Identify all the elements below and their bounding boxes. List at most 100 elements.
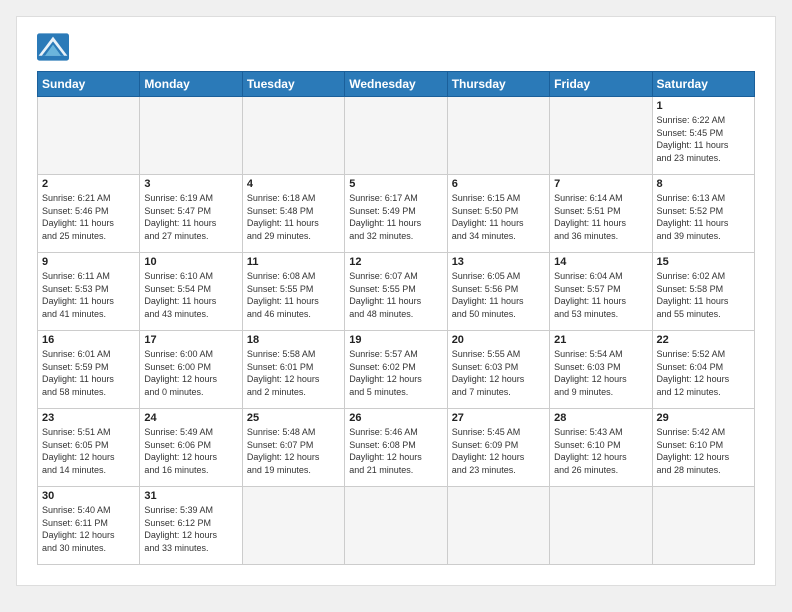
calendar-table: SundayMondayTuesdayWednesdayThursdayFrid… [37, 71, 755, 565]
weekday-monday: Monday [140, 72, 242, 97]
calendar-cell: 12 Sunrise: 6:07 AM Sunset: 5:55 PM Dayli… [345, 253, 447, 331]
calendar-cell: 4Sunrise: 6:18 AM Sunset: 5:48 PM Daylig… [242, 175, 344, 253]
day-info: Sunrise: 6:02 AM Sunset: 5:58 PM Dayligh… [657, 270, 750, 320]
calendar-cell [447, 487, 549, 565]
day-number: 9 [42, 256, 135, 268]
day-info: Sunrise: 6:17 AM Sunset: 5:49 PM Dayligh… [349, 192, 442, 242]
day-number: 31 [144, 490, 237, 502]
weekday-tuesday: Tuesday [242, 72, 344, 97]
day-info: Sunrise: 5:54 AM Sunset: 6:03 PM Dayligh… [554, 348, 647, 398]
day-info: Sunrise: 6:19 AM Sunset: 5:47 PM Dayligh… [144, 192, 237, 242]
day-info: Sunrise: 6:15 AM Sunset: 5:50 PM Dayligh… [452, 192, 545, 242]
day-number: 8 [657, 178, 750, 190]
calendar-cell: 1 Sunrise: 6:22 AM Sunset: 5:45 PM Daylig… [652, 97, 754, 175]
day-info: Sunrise: 5:52 AM Sunset: 6:04 PM Dayligh… [657, 348, 750, 398]
day-info: Sunrise: 6:04 AM Sunset: 5:57 PM Dayligh… [554, 270, 647, 320]
day-number: 29 [657, 412, 750, 424]
calendar-cell: 16Sunrise: 6:01 AM Sunset: 5:59 PM Dayli… [38, 331, 140, 409]
header [37, 33, 755, 61]
day-number: 27 [452, 412, 545, 424]
day-number: 15 [657, 256, 750, 268]
week-row-3: 16Sunrise: 6:01 AM Sunset: 5:59 PM Dayli… [38, 331, 755, 409]
calendar-cell: 25Sunrise: 5:48 AM Sunset: 6:07 PM Dayli… [242, 409, 344, 487]
day-number: 22 [657, 334, 750, 346]
day-info: Sunrise: 6:10 AM Sunset: 5:54 PM Dayligh… [144, 270, 237, 320]
calendar-cell [447, 97, 549, 175]
calendar-cell: 6 Sunrise: 6:15 AM Sunset: 5:50 PM Daylig… [447, 175, 549, 253]
day-info: Sunrise: 5:46 AM Sunset: 6:08 PM Dayligh… [349, 426, 442, 476]
calendar-cell [38, 97, 140, 175]
calendar-cell: 22 Sunrise: 5:52 AM Sunset: 6:04 PM Dayli… [652, 331, 754, 409]
week-row-4: 23Sunrise: 5:51 AM Sunset: 6:05 PM Dayli… [38, 409, 755, 487]
day-number: 16 [42, 334, 135, 346]
calendar-cell: 21 Sunrise: 5:54 AM Sunset: 6:03 PM Dayli… [550, 331, 652, 409]
weekday-sunday: Sunday [38, 72, 140, 97]
day-info: Sunrise: 6:22 AM Sunset: 5:45 PM Dayligh… [657, 114, 750, 164]
week-row-1: 2 Sunrise: 6:21 AM Sunset: 5:46 PM Daylig… [38, 175, 755, 253]
calendar-header: SundayMondayTuesdayWednesdayThursdayFrid… [38, 72, 755, 97]
calendar-cell: 28 Sunrise: 5:43 AM Sunset: 6:10 PM Dayli… [550, 409, 652, 487]
calendar-cell: 27 Sunrise: 5:45 AM Sunset: 6:09 PM Dayli… [447, 409, 549, 487]
day-info: Sunrise: 5:43 AM Sunset: 6:10 PM Dayligh… [554, 426, 647, 476]
calendar-cell: 23Sunrise: 5:51 AM Sunset: 6:05 PM Dayli… [38, 409, 140, 487]
day-info: Sunrise: 6:07 AM Sunset: 5:55 PM Dayligh… [349, 270, 442, 320]
day-info: Sunrise: 5:39 AM Sunset: 6:12 PM Dayligh… [144, 504, 237, 554]
calendar-cell: 17Sunrise: 6:00 AM Sunset: 6:00 PM Dayli… [140, 331, 242, 409]
day-number: 19 [349, 334, 442, 346]
calendar-cell: 30Sunrise: 5:40 AM Sunset: 6:11 PM Dayli… [38, 487, 140, 565]
day-number: 20 [452, 334, 545, 346]
calendar-cell: 15 Sunrise: 6:02 AM Sunset: 5:58 PM Dayli… [652, 253, 754, 331]
calendar-page: SundayMondayTuesdayWednesdayThursdayFrid… [16, 16, 776, 586]
day-number: 21 [554, 334, 647, 346]
day-number: 24 [144, 412, 237, 424]
day-info: Sunrise: 6:14 AM Sunset: 5:51 PM Dayligh… [554, 192, 647, 242]
day-number: 28 [554, 412, 647, 424]
logo-icon [37, 33, 69, 61]
day-number: 6 [452, 178, 545, 190]
day-info: Sunrise: 5:45 AM Sunset: 6:09 PM Dayligh… [452, 426, 545, 476]
calendar-cell: 19 Sunrise: 5:57 AM Sunset: 6:02 PM Dayli… [345, 331, 447, 409]
calendar-cell: 9 Sunrise: 6:11 AM Sunset: 5:53 PM Daylig… [38, 253, 140, 331]
day-number: 13 [452, 256, 545, 268]
day-info: Sunrise: 5:49 AM Sunset: 6:06 PM Dayligh… [144, 426, 237, 476]
day-info: Sunrise: 6:08 AM Sunset: 5:55 PM Dayligh… [247, 270, 340, 320]
calendar-cell [242, 97, 344, 175]
calendar-cell: 20 Sunrise: 5:55 AM Sunset: 6:03 PM Dayli… [447, 331, 549, 409]
calendar-cell: 26 Sunrise: 5:46 AM Sunset: 6:08 PM Dayli… [345, 409, 447, 487]
day-info: Sunrise: 6:00 AM Sunset: 6:00 PM Dayligh… [144, 348, 237, 398]
day-info: Sunrise: 6:11 AM Sunset: 5:53 PM Dayligh… [42, 270, 135, 320]
day-number: 7 [554, 178, 647, 190]
calendar-cell: 14Sunrise: 6:04 AM Sunset: 5:57 PM Dayli… [550, 253, 652, 331]
day-number: 30 [42, 490, 135, 502]
calendar-cell [550, 97, 652, 175]
day-info: Sunrise: 6:21 AM Sunset: 5:46 PM Dayligh… [42, 192, 135, 242]
calendar-cell [242, 487, 344, 565]
calendar-cell: 10Sunrise: 6:10 AM Sunset: 5:54 PM Dayli… [140, 253, 242, 331]
day-info: Sunrise: 5:51 AM Sunset: 6:05 PM Dayligh… [42, 426, 135, 476]
calendar-cell [652, 487, 754, 565]
day-number: 11 [247, 256, 340, 268]
day-info: Sunrise: 6:13 AM Sunset: 5:52 PM Dayligh… [657, 192, 750, 242]
day-info: Sunrise: 5:58 AM Sunset: 6:01 PM Dayligh… [247, 348, 340, 398]
day-info: Sunrise: 5:55 AM Sunset: 6:03 PM Dayligh… [452, 348, 545, 398]
day-number: 1 [657, 100, 750, 112]
day-number: 2 [42, 178, 135, 190]
day-number: 26 [349, 412, 442, 424]
calendar-cell: 7 Sunrise: 6:14 AM Sunset: 5:51 PM Daylig… [550, 175, 652, 253]
day-info: Sunrise: 5:42 AM Sunset: 6:10 PM Dayligh… [657, 426, 750, 476]
day-info: Sunrise: 5:57 AM Sunset: 6:02 PM Dayligh… [349, 348, 442, 398]
calendar-cell: 8 Sunrise: 6:13 AM Sunset: 5:52 PM Daylig… [652, 175, 754, 253]
day-number: 4 [247, 178, 340, 190]
week-row-2: 9 Sunrise: 6:11 AM Sunset: 5:53 PM Daylig… [38, 253, 755, 331]
day-number: 5 [349, 178, 442, 190]
week-row-0: 1 Sunrise: 6:22 AM Sunset: 5:45 PM Daylig… [38, 97, 755, 175]
day-info: Sunrise: 5:48 AM Sunset: 6:07 PM Dayligh… [247, 426, 340, 476]
calendar-cell [345, 487, 447, 565]
calendar-cell: 3Sunrise: 6:19 AM Sunset: 5:47 PM Daylig… [140, 175, 242, 253]
day-number: 18 [247, 334, 340, 346]
day-info: Sunrise: 6:05 AM Sunset: 5:56 PM Dayligh… [452, 270, 545, 320]
calendar-cell: 11 Sunrise: 6:08 AM Sunset: 5:55 PM Dayli… [242, 253, 344, 331]
day-number: 12 [349, 256, 442, 268]
calendar-cell [140, 97, 242, 175]
weekday-thursday: Thursday [447, 72, 549, 97]
